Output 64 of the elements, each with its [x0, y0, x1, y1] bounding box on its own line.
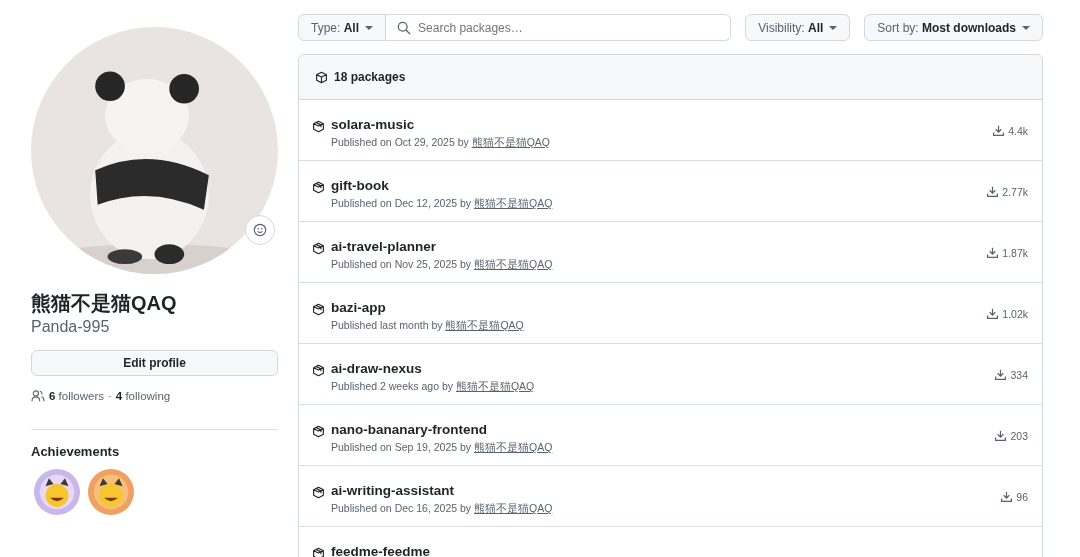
author-link[interactable]: 熊猫不是猫QAQ — [474, 258, 553, 270]
caret-icon — [1022, 25, 1030, 30]
download-icon — [986, 246, 1000, 259]
package-icon — [312, 242, 325, 255]
author-link[interactable]: 熊猫不是猫QAQ — [474, 502, 553, 514]
download-icon — [994, 429, 1008, 442]
download-count: 96 — [1016, 490, 1028, 503]
achievements-heading: Achievements — [31, 444, 121, 459]
search-icon — [397, 21, 412, 35]
package-icon — [312, 547, 325, 557]
search-field[interactable]: Search packages… — [386, 14, 732, 41]
download-count: 203 — [1010, 429, 1028, 442]
edit-profile-button[interactable]: Edit profile — [31, 350, 278, 376]
download-icon — [994, 368, 1008, 381]
download-icon — [986, 185, 1000, 198]
package-name-link[interactable]: bazi-app — [331, 300, 386, 315]
package-name-link[interactable]: feedme-feedme — [331, 544, 431, 557]
package-icon — [312, 364, 325, 377]
sort-button[interactable]: Sort by: Most downloads — [864, 14, 1043, 41]
download-count: 4.4k — [1008, 124, 1028, 137]
package-icon — [312, 181, 325, 194]
package-name-link[interactable]: nano-bananary-frontend — [331, 422, 487, 437]
package-count: 18 packages — [334, 70, 406, 84]
package-name-link[interactable]: solara-music — [331, 117, 415, 132]
package-icon — [315, 70, 328, 84]
smiley-icon — [253, 223, 267, 237]
publish-info: Published on Nov 25, 2025 by — [331, 258, 472, 270]
visibility-filter-button[interactable]: Visibility: All — [745, 14, 851, 41]
author-link[interactable]: 熊猫不是猫QAQ — [471, 136, 551, 148]
author-link[interactable]: 熊猫不是猫QAQ — [474, 197, 553, 209]
package-icon — [312, 120, 325, 133]
publish-info: Published on Oct 29, 2025 by — [331, 136, 469, 148]
download-count: 1.02k — [1002, 307, 1028, 320]
package-icon — [312, 425, 325, 438]
publish-info: Published on Sep 19, 2025 by — [331, 441, 472, 453]
profile-name: 熊猫不是猫QAQ — [31, 291, 178, 316]
package-name-link[interactable]: ai-writing-assistant — [331, 483, 455, 498]
caret-icon — [365, 25, 374, 30]
separator: · — [108, 390, 112, 402]
package-icon — [312, 486, 325, 499]
publish-info: Published 2 weeks ago by — [331, 380, 453, 392]
following-link[interactable]: 4 following — [115, 390, 171, 402]
publish-info: Published on Dec 16, 2025 by — [331, 502, 472, 514]
caret-icon — [829, 25, 838, 30]
set-status-button[interactable] — [245, 215, 275, 245]
download-count: 1.87k — [1002, 246, 1028, 259]
people-icon — [31, 390, 45, 402]
download-count: 334 — [1010, 368, 1028, 381]
package-name-link[interactable]: gift-book — [331, 178, 389, 193]
package-name-link[interactable]: ai-travel-planner — [331, 239, 437, 254]
followers-link[interactable]: 6 followers — [49, 390, 104, 402]
download-count: 2.77k — [1002, 185, 1028, 198]
package-icon — [312, 303, 325, 316]
author-link[interactable]: 熊猫不是猫QAQ — [445, 319, 524, 331]
package-name-link[interactable]: ai-draw-nexus — [331, 361, 422, 376]
publish-info: Published on Dec 12, 2025 by — [331, 197, 472, 209]
download-icon — [986, 307, 1000, 320]
profile-username: Panda-995 — [31, 317, 111, 337]
author-link[interactable]: 熊猫不是猫QAQ — [474, 441, 553, 453]
type-filter-button[interactable]: Type: All — [298, 14, 387, 41]
author-link[interactable]: 熊猫不是猫QAQ — [455, 380, 535, 392]
publish-info: Published last month by — [331, 319, 443, 331]
download-icon — [1000, 490, 1014, 503]
download-icon — [992, 124, 1006, 137]
